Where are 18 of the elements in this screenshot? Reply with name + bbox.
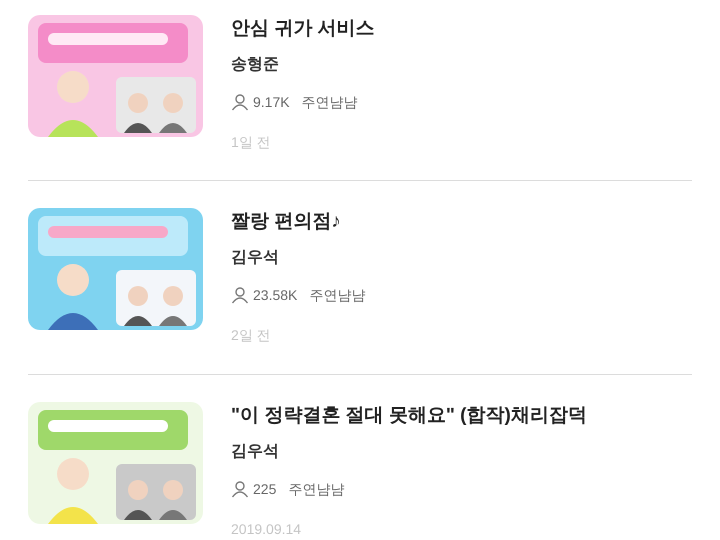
post-date: 2일 전 [231,326,272,345]
person-icon [231,286,249,304]
item-title[interactable]: "이 정략결혼 절대 못해요" (합작)채리잡덕 [231,404,587,428]
post-date: 1일 전 [231,133,272,152]
author-name: 김우석 [231,248,280,268]
author-name: 송형준 [231,55,280,75]
channel-name: 주연냠냠 [302,92,358,112]
channel-name: 주연냠냠 [288,480,344,498]
item-title[interactable]: 안심 귀가 서비스 [231,17,375,41]
channel-name: 주연냠냠 [309,286,366,304]
person-icon [231,480,249,498]
person-icon [231,93,249,111]
item-title[interactable]: 짤랑 편의점♪ [231,210,366,234]
post-date: 2019.09.14 [231,520,302,539]
author-name: 김우석 [231,442,280,462]
view-count: 23.58K [253,286,298,304]
view-count: 225 [253,480,276,498]
view-count: 9.17K [253,92,290,112]
